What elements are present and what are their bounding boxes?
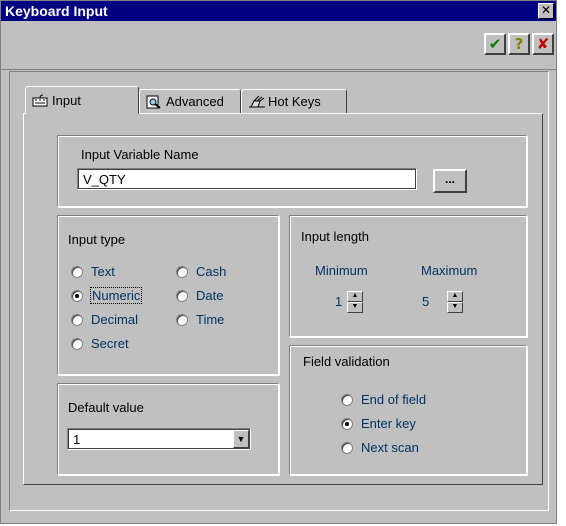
title-bar[interactable]: Keyboard Input ✕: [1, 1, 556, 21]
spin-up-icon[interactable]: ▲: [347, 291, 363, 302]
maximum-spinner[interactable]: ▲ ▼: [447, 291, 463, 313]
radio-enter-key[interactable]: Enter key: [341, 416, 416, 431]
field-validation-label: Field validation: [303, 354, 390, 369]
radio-date-button[interactable]: [176, 289, 188, 302]
radio-decimal-label: Decimal: [91, 312, 138, 327]
radio-cash[interactable]: Cash: [176, 264, 226, 279]
default-value-label: Default value: [68, 400, 144, 415]
input-type-label: Input type: [68, 232, 126, 247]
radio-secret[interactable]: Secret: [71, 336, 129, 351]
radio-secret-label: Secret: [91, 336, 129, 351]
tab-hot-keys-label: Hot Keys: [268, 94, 321, 109]
minimum-label: Minimum: [315, 263, 368, 278]
help-button[interactable]: ?: [508, 33, 530, 55]
radio-end-of-field-button[interactable]: [341, 393, 353, 406]
x-icon: ✘: [536, 35, 550, 53]
input-variable-field[interactable]: V_QTY: [77, 168, 417, 190]
close-button[interactable]: ✕: [538, 3, 554, 19]
keyboard-input-dialog: Keyboard Input ✕ ✔ ? ✘ Input Advanced Ho…: [0, 0, 557, 524]
minimum-spinner[interactable]: ▲ ▼: [347, 291, 363, 313]
radio-decimal-button[interactable]: [71, 313, 83, 326]
input-length-label: Input length: [301, 229, 369, 244]
hand-key-icon: [248, 95, 265, 109]
radio-time-button[interactable]: [176, 313, 188, 326]
radio-text-button[interactable]: [71, 265, 83, 278]
input-variable-label: Input Variable Name: [81, 147, 199, 162]
cancel-button[interactable]: ✘: [532, 33, 554, 55]
radio-cash-button[interactable]: [176, 265, 188, 278]
radio-next-scan-button[interactable]: [341, 441, 353, 454]
minimum-value[interactable]: 1: [335, 294, 342, 309]
radio-text[interactable]: Text: [71, 264, 115, 279]
toolbar: ✔ ? ✘: [1, 21, 556, 70]
maximum-value[interactable]: 5: [422, 294, 429, 309]
maximum-label: Maximum: [421, 263, 478, 278]
radio-next-scan-label: Next scan: [361, 440, 419, 455]
default-value-field[interactable]: 1: [67, 428, 251, 450]
check-icon: ✔: [488, 35, 502, 53]
radio-numeric[interactable]: Numeric: [71, 287, 143, 304]
keyboard-icon: [32, 94, 48, 108]
window-title: Keyboard Input: [5, 3, 108, 19]
radio-time[interactable]: Time: [176, 312, 224, 327]
tab-hot-keys[interactable]: Hot Keys: [241, 89, 347, 113]
tab-advanced-label: Advanced: [166, 94, 224, 109]
chevron-down-icon: ▼: [236, 434, 246, 444]
radio-numeric-label: Numeric: [89, 287, 143, 304]
radio-next-scan[interactable]: Next scan: [341, 440, 419, 455]
radio-date[interactable]: Date: [176, 288, 223, 303]
radio-decimal[interactable]: Decimal: [71, 312, 138, 327]
radio-end-of-field-label: End of field: [361, 392, 427, 407]
spin-down-icon[interactable]: ▼: [447, 302, 463, 313]
radio-secret-button[interactable]: [71, 337, 83, 350]
radio-numeric-button[interactable]: [71, 289, 83, 302]
tab-advanced[interactable]: Advanced: [139, 89, 241, 113]
magnifier-icon: [146, 95, 162, 109]
radio-enter-key-button[interactable]: [341, 417, 353, 430]
radio-enter-key-label: Enter key: [361, 416, 416, 431]
tab-input[interactable]: Input: [25, 86, 139, 114]
spin-up-icon[interactable]: ▲: [447, 291, 463, 302]
radio-date-label: Date: [196, 288, 224, 303]
spin-down-icon[interactable]: ▼: [347, 302, 363, 313]
close-icon: ✕: [540, 3, 552, 17]
ok-button[interactable]: ✔: [484, 33, 506, 55]
question-icon: ?: [514, 35, 524, 53]
browse-button[interactable]: ...: [433, 169, 467, 193]
dropdown-button[interactable]: ▼: [233, 430, 249, 448]
default-value-combo[interactable]: 1 ▼: [67, 428, 251, 450]
tab-input-label: Input: [52, 93, 81, 108]
radio-time-label: Time: [196, 312, 225, 327]
radio-end-of-field[interactable]: End of field: [341, 392, 426, 407]
radio-cash-label: Cash: [196, 264, 227, 279]
radio-text-label: Text: [91, 264, 115, 279]
